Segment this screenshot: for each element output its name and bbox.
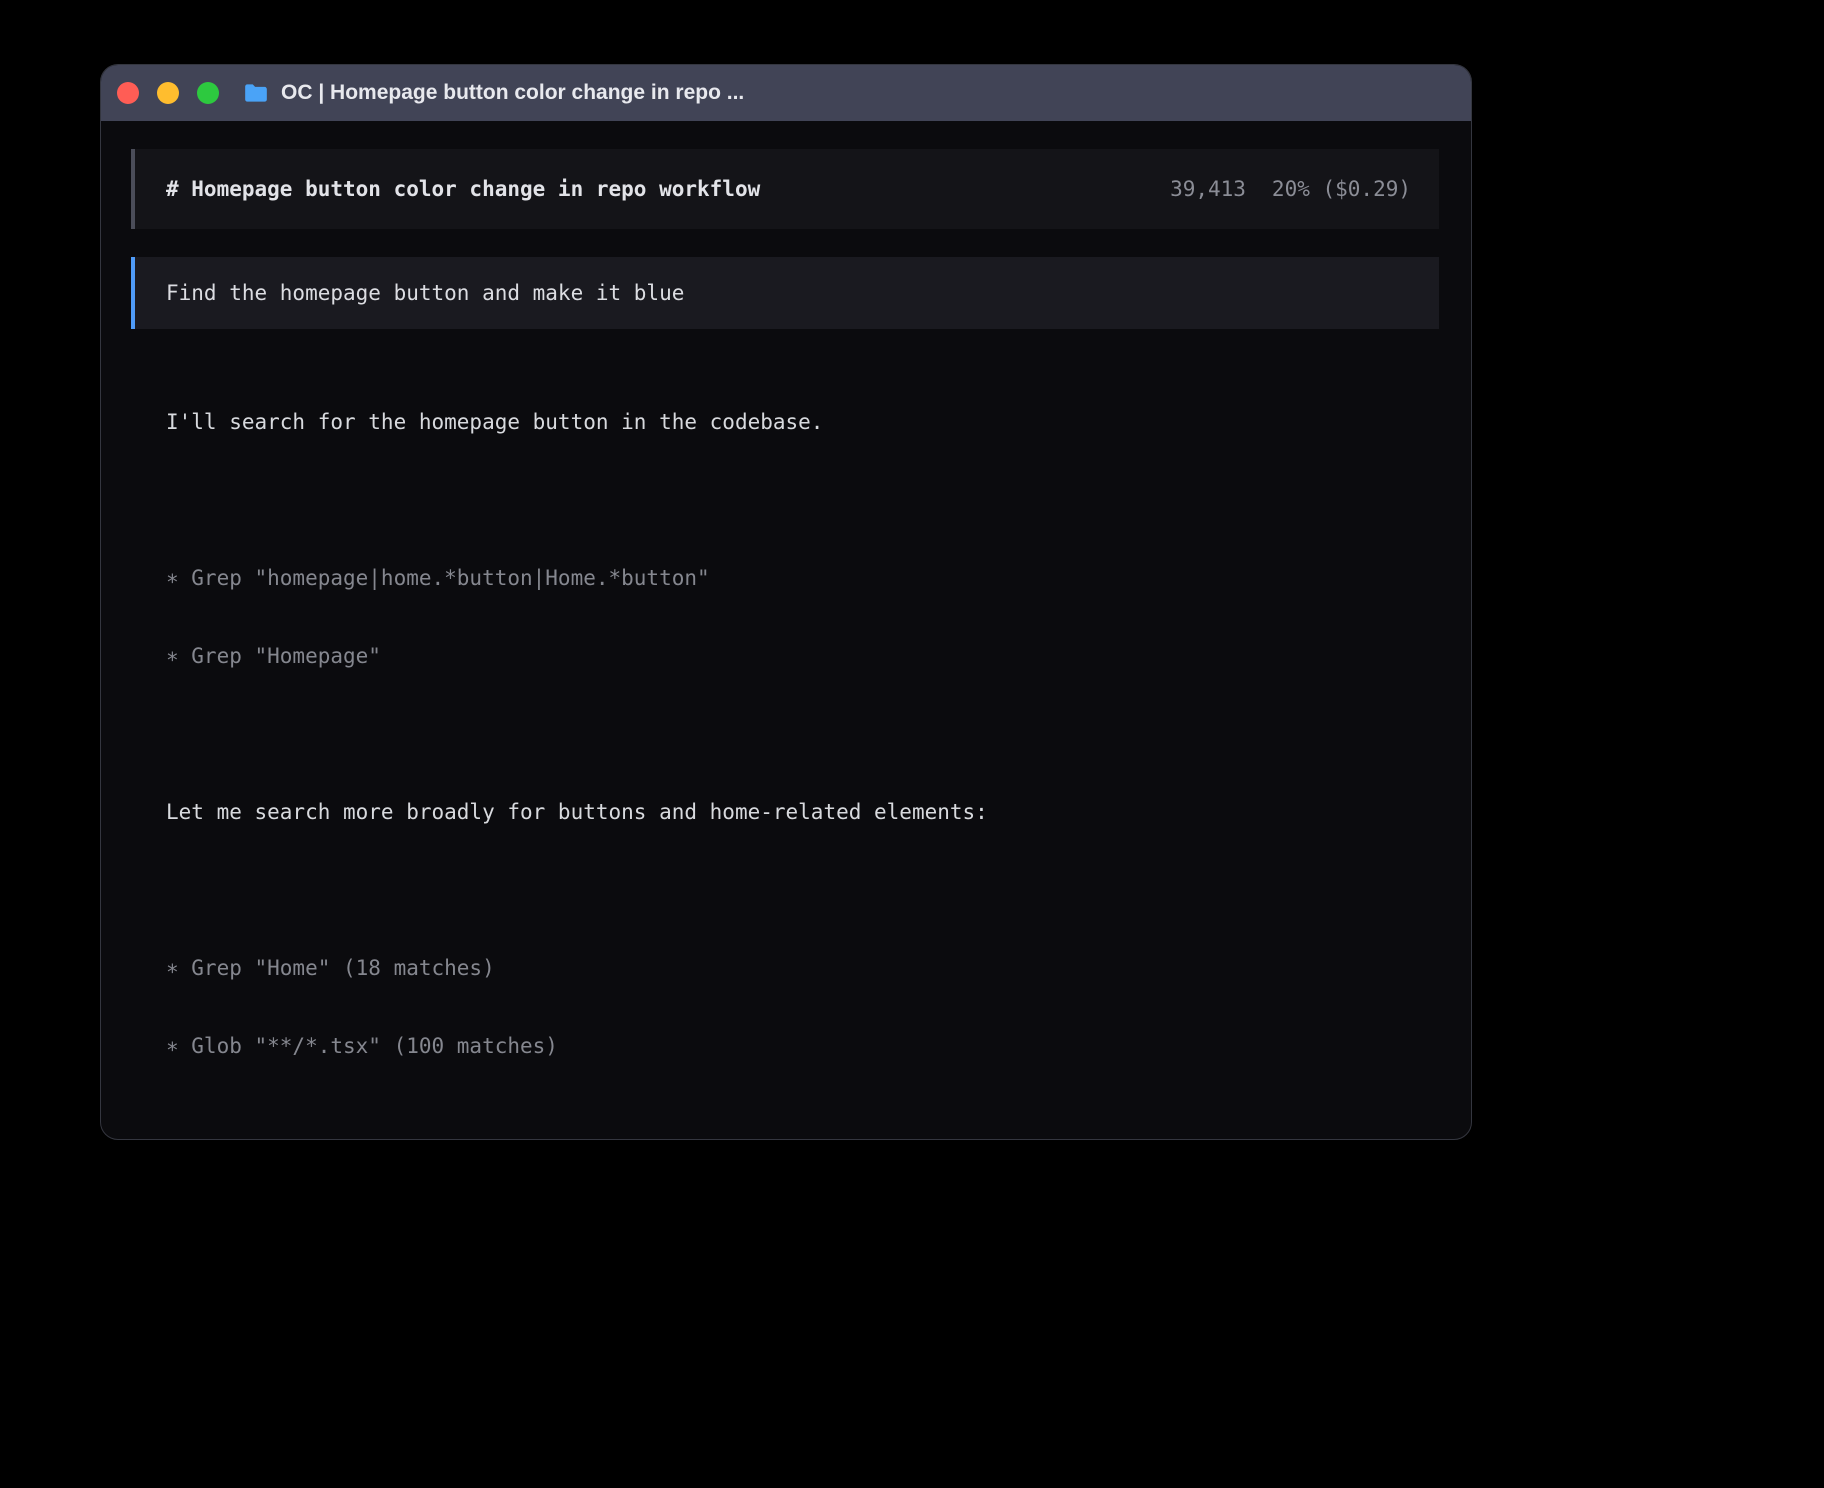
terminal-content: # Homepage button color change in repo w…	[101, 121, 1471, 1140]
tool-calls-grep-glob: ∗ Grep "Home" (18 matches) ∗ Glob "**/*.…	[166, 903, 1439, 1111]
tool-call-line: ∗ Grep "homepage|home.*button|Home.*butt…	[166, 565, 1439, 591]
tool-call-line: ∗ Grep "Home" (18 matches)	[166, 955, 1439, 981]
conversation: I'll search for the homepage button in t…	[131, 357, 1439, 1140]
window-title: OC | Homepage button color change in rep…	[281, 81, 744, 105]
token-count: 39,413	[1170, 176, 1246, 202]
assistant-text: I'll search for the homepage button in t…	[166, 357, 1439, 487]
assistant-text: I found several "Home" links. Let me loo…	[166, 1137, 1439, 1140]
session-title: # Homepage button color change in repo w…	[166, 176, 760, 202]
tool-call-line: ∗ Grep "Homepage"	[166, 643, 1439, 669]
folder-icon	[243, 80, 269, 106]
assistant-line: I'll search for the homepage button in t…	[166, 409, 1439, 435]
fullscreen-button[interactable]	[197, 82, 219, 104]
titlebar[interactable]: OC | Homepage button color change in rep…	[101, 65, 1471, 121]
terminal-window: OC | Homepage button color change in rep…	[100, 64, 1472, 1140]
session-stats: 39,413 20% ($0.29)	[1170, 176, 1411, 202]
close-button[interactable]	[117, 82, 139, 104]
assistant-line: Let me search more broadly for buttons a…	[166, 799, 1439, 825]
user-message: Find the homepage button and make it blu…	[131, 257, 1439, 329]
tool-call-line: ∗ Glob "**/*.tsx" (100 matches)	[166, 1033, 1439, 1059]
context-usage: 20% ($0.29)	[1272, 176, 1411, 202]
traffic-lights	[117, 82, 219, 104]
user-message-text: Find the homepage button and make it blu…	[166, 280, 684, 306]
assistant-text: Let me search more broadly for buttons a…	[166, 747, 1439, 877]
tool-calls-grep: ∗ Grep "homepage|home.*button|Home.*butt…	[166, 513, 1439, 721]
minimize-button[interactable]	[157, 82, 179, 104]
session-header: # Homepage button color change in repo w…	[131, 149, 1439, 229]
